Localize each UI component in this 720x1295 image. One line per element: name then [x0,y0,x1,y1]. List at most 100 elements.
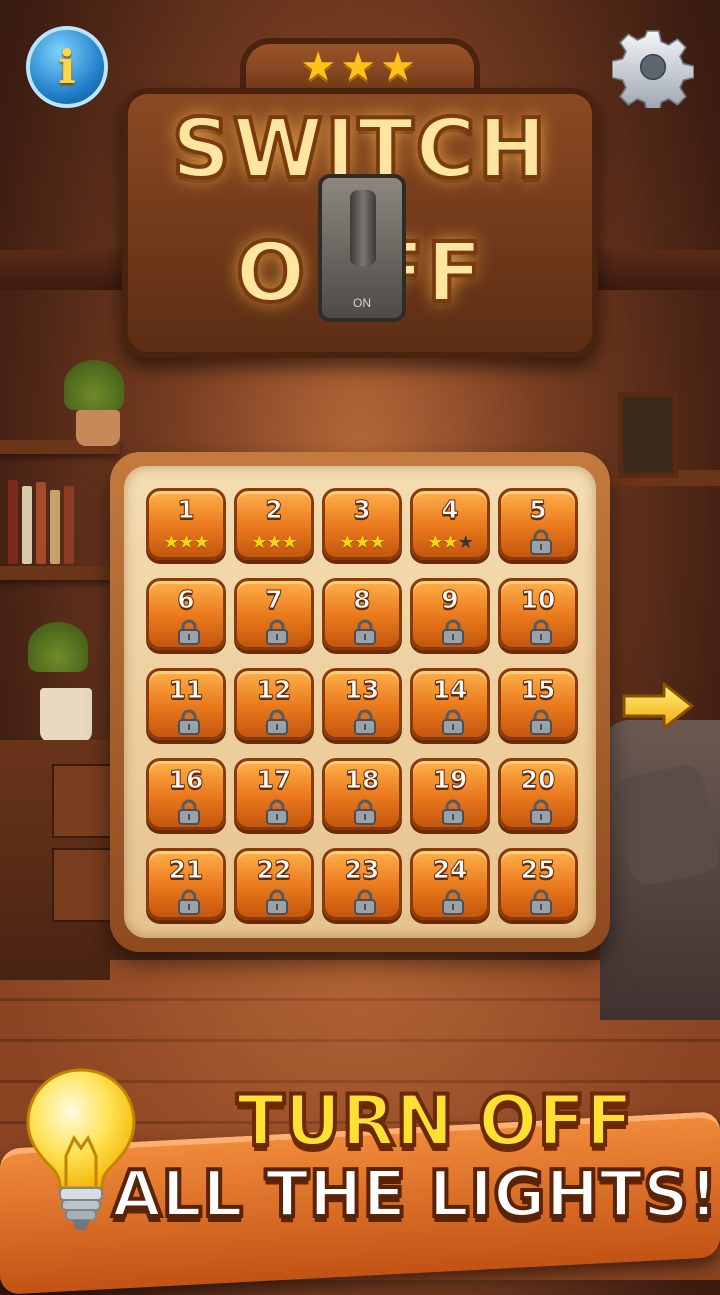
lock-icon [266,799,288,825]
lock-icon [530,709,552,735]
level-number: 6 [177,585,195,615]
level-button[interactable]: 10 [498,578,578,650]
level-button[interactable]: 12 [234,668,314,740]
level-button[interactable]: 22 [234,848,314,920]
level-number: 13 [344,675,380,705]
settings-button[interactable] [612,26,694,108]
lock-icon [530,529,552,555]
level-button[interactable]: 13 [322,668,402,740]
next-page-arrow-icon[interactable] [620,680,696,732]
lock-icon [178,619,200,645]
level-number: 16 [168,765,204,795]
level-button[interactable]: 14 [410,668,490,740]
level-button[interactable]: 5 [498,488,578,560]
book [50,490,60,564]
lock-icon [530,799,552,825]
book [64,486,74,564]
star-filled-icon: ★ [251,532,267,553]
lock-icon [442,889,464,915]
lock-icon [354,799,376,825]
star-empty-icon: ★ [457,532,474,553]
level-button[interactable]: 9 [410,578,490,650]
lock-icon [442,709,464,735]
level-number: 24 [432,855,468,885]
level-button[interactable]: 23 [322,848,402,920]
lightbulb-icon [26,1068,136,1230]
level-button[interactable]: 3 ★★★ [322,488,402,560]
level-button[interactable]: 24 [410,848,490,920]
level-number: 3 [353,495,371,525]
level-button[interactable]: 21 [146,848,226,920]
level-number: 1 [177,495,195,525]
star-filled-icon: ★ [178,532,194,553]
level-button[interactable]: 2 ★★★ [234,488,314,560]
level-number: 12 [256,675,292,705]
level-select-panel: 1 ★★★ 2 ★★★ 3 ★★★ 4 ★★★ 5 6 7 8 9 10 11 12 13 14 15 16 17 18 1… [110,452,610,952]
gear-icon [612,30,694,108]
star-filled-icon: ★ [163,532,179,553]
level-button[interactable]: 19 [410,758,490,830]
level-number: 22 [256,855,292,885]
book [22,486,32,564]
lock-icon [266,619,288,645]
title-stars: ★★★ [300,44,420,90]
level-number: 2 [265,495,283,525]
level-number: 19 [432,765,468,795]
lock-icon [354,619,376,645]
level-panel-inner: 1 ★★★ 2 ★★★ 3 ★★★ 4 ★★★ 5 6 7 8 9 10 11 12 13 14 15 16 17 18 1… [124,466,596,938]
level-number: 14 [432,675,468,705]
level-number: 8 [353,585,371,615]
cabinet-drawer [52,764,114,838]
level-number: 4 [441,495,459,525]
level-number: 5 [529,495,547,525]
lock-icon [530,619,552,645]
plant-leaves [28,622,88,672]
toggle-switch-icon: ON [318,174,406,322]
level-stars: ★★★ [149,532,223,553]
switch-lever [350,190,376,266]
level-stars: ★★★ [325,532,399,553]
cabinet-drawer [52,848,114,922]
wall-shelf-middle [0,566,120,580]
level-number: 10 [520,585,556,615]
level-number: 20 [520,765,556,795]
level-button[interactable]: 17 [234,758,314,830]
level-number: 11 [168,675,204,705]
star-filled-icon: ★ [354,532,370,553]
level-button[interactable]: 16 [146,758,226,830]
level-button[interactable]: 1 ★★★ [146,488,226,560]
info-button[interactable]: i [26,26,108,108]
lock-icon [354,889,376,915]
lock-icon [442,619,464,645]
level-number: 17 [256,765,292,795]
lock-icon [442,799,464,825]
book [8,480,18,564]
level-button[interactable]: 11 [146,668,226,740]
plant-pot [76,410,120,446]
lock-icon [354,709,376,735]
level-number: 15 [520,675,556,705]
level-button[interactable]: 25 [498,848,578,920]
lock-icon [178,709,200,735]
lock-icon [178,889,200,915]
level-button[interactable]: 15 [498,668,578,740]
bottom-banner: TURN OFF ALL THE LIGHTS! [0,1068,720,1295]
level-button[interactable]: 4 ★★★ [410,488,490,560]
level-number: 7 [265,585,283,615]
level-button[interactable]: 20 [498,758,578,830]
level-number: 9 [441,585,459,615]
level-stars: ★★★ [237,532,311,553]
level-button[interactable]: 18 [322,758,402,830]
level-number: 23 [344,855,380,885]
level-stars: ★★★ [413,532,487,553]
cabinet [0,740,114,980]
star-filled-icon: ★ [339,532,355,553]
level-button[interactable]: 7 [234,578,314,650]
level-button[interactable]: 6 [146,578,226,650]
banner-text-line2: ALL THE LIGHTS! [110,1156,720,1234]
level-number: 25 [520,855,556,885]
lock-icon [178,799,200,825]
star-filled-icon: ★ [369,532,386,553]
level-button[interactable]: 8 [322,578,402,650]
plant-leaves [64,360,124,410]
